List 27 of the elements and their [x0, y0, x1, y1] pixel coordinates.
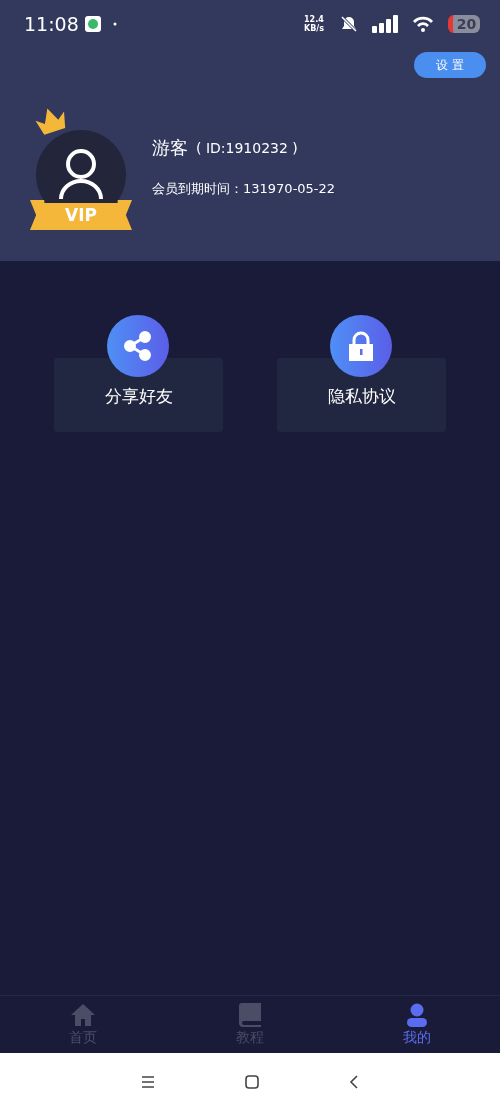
back-icon[interactable] — [349, 1075, 359, 1089]
settings-button[interactable]: 设 置 — [414, 52, 486, 78]
wifi-icon — [412, 16, 434, 32]
nav-tab[interactable]: 我的 — [333, 996, 500, 1053]
action-card[interactable]: 分享好友 — [54, 358, 223, 432]
menu-icon[interactable] — [141, 1076, 155, 1088]
membership-expiry: 会员到期时间：131970-05-22 — [152, 180, 336, 198]
battery-level: 20 — [448, 15, 480, 33]
dot-icon — [112, 22, 117, 26]
book-icon — [239, 1002, 261, 1027]
person-icon — [58, 149, 104, 201]
user-icon — [405, 1002, 428, 1027]
user-name: 游客 — [152, 136, 188, 160]
signal-icon — [372, 15, 398, 33]
lock-icon — [348, 331, 374, 361]
app-notification-icon — [84, 16, 101, 32]
share-icon — [123, 331, 153, 361]
home-icon — [70, 1002, 97, 1027]
network-speed: 12.4 KB/s — [304, 15, 324, 33]
muted-bell-icon — [340, 15, 358, 33]
user-id: ( ID:1910232 ) — [196, 140, 298, 156]
vip-ribbon: VIP — [30, 200, 132, 230]
action-card[interactable]: 隐私协议 — [277, 358, 446, 432]
clock-time: 11:08 — [24, 13, 79, 35]
action-label: 隐私协议 — [327, 385, 396, 408]
action-label: 分享好友 — [104, 385, 173, 408]
home-icon[interactable] — [245, 1075, 259, 1089]
